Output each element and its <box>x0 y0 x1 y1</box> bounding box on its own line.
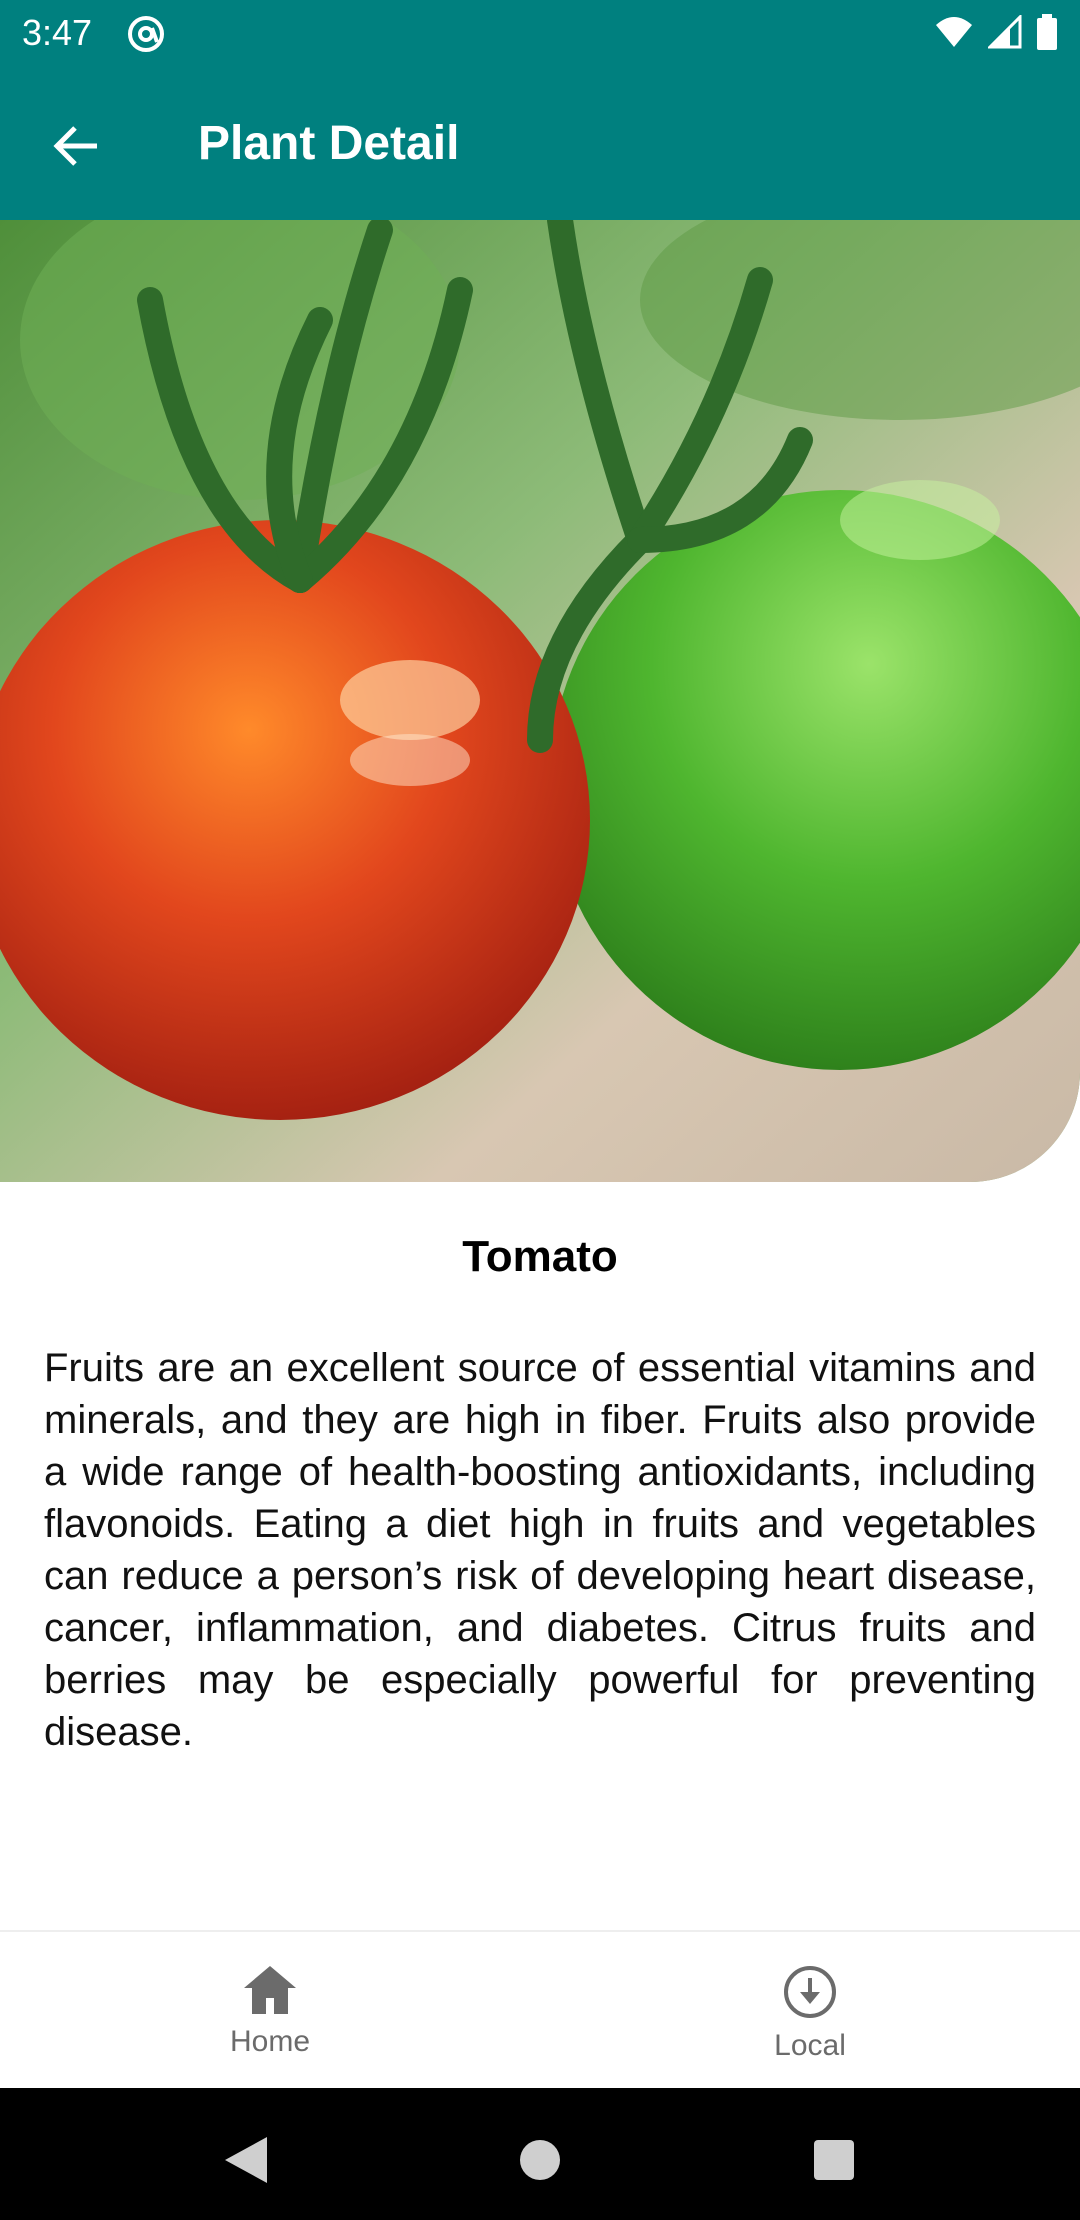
status-bar: 3:47 <box>0 0 1080 66</box>
app-notification-icon <box>126 14 166 54</box>
plant-name: Tomato <box>462 1232 618 1281</box>
nav-home[interactable]: Home <box>150 1964 390 2059</box>
circle-home-icon <box>518 2138 562 2187</box>
back-button[interactable] <box>40 111 114 185</box>
home-icon <box>242 1966 298 2020</box>
square-recents-icon <box>812 2138 856 2187</box>
nav-home-label: Home <box>229 2025 311 2058</box>
plant-description: Fruits are an excellent source of essent… <box>44 1346 1036 1754</box>
app-bar: Plant Detail <box>0 66 1080 220</box>
system-back-button[interactable] <box>216 2132 276 2192</box>
system-navigation-bar <box>0 2088 1080 2220</box>
arrow-back-icon <box>51 120 103 177</box>
signal-icon <box>986 13 1022 54</box>
system-home-button[interactable] <box>510 2132 570 2192</box>
nav-local[interactable]: Local <box>690 1964 930 2063</box>
wifi-icon <box>934 15 974 54</box>
triangle-back-icon <box>223 2135 269 2190</box>
page-title: Plant Detail <box>198 117 460 170</box>
download-circle-icon <box>782 1966 838 2024</box>
nav-local-label: Local <box>774 2029 846 2062</box>
system-recents-button[interactable] <box>804 2132 864 2192</box>
status-time: 3:47 <box>22 12 93 53</box>
bottom-navigation: Home Local <box>0 1930 1080 2090</box>
battery-icon <box>1036 14 1058 55</box>
plant-image <box>0 220 1080 1182</box>
